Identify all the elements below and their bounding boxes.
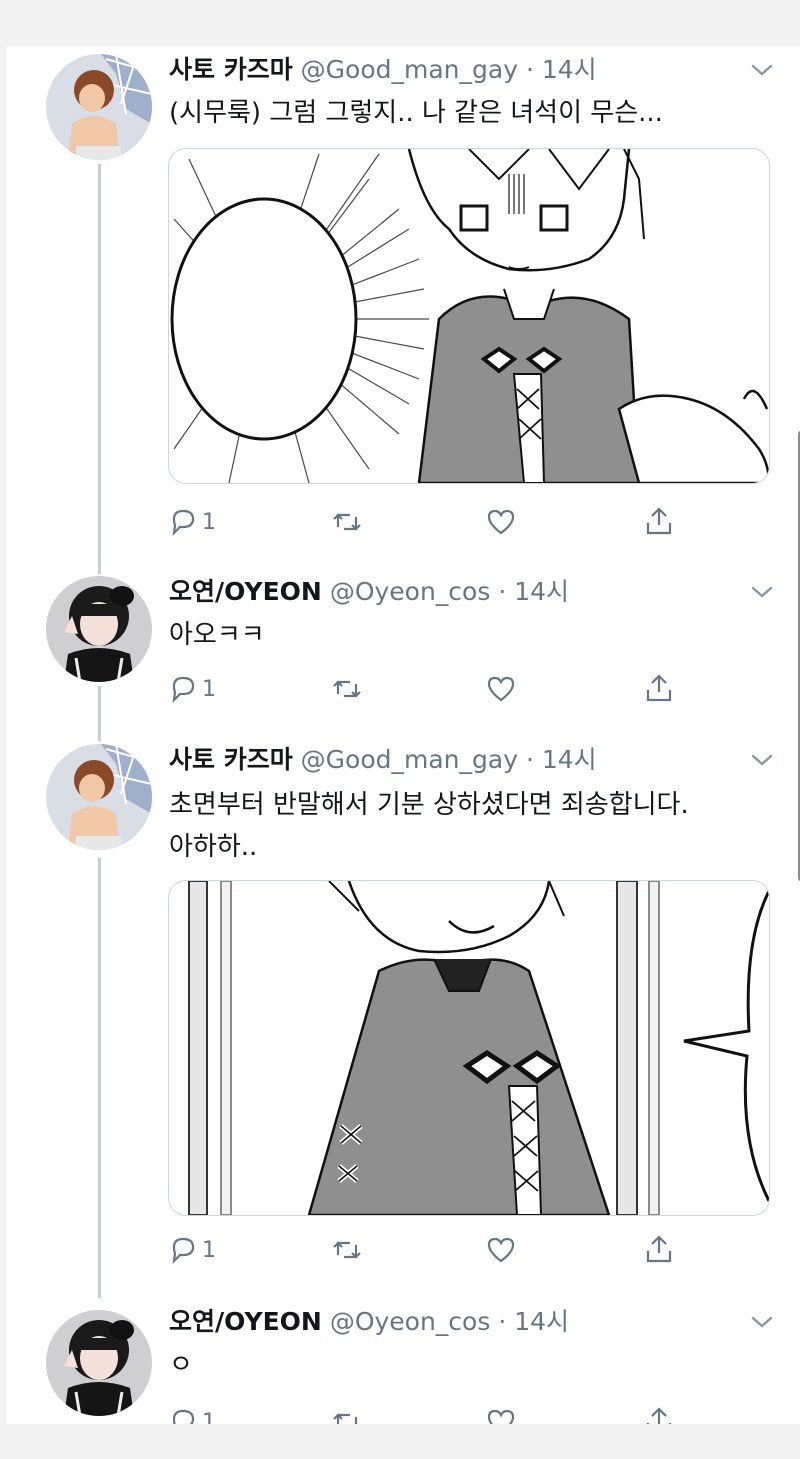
tweet-header: 사토 카즈마 @Good_man_gay · 14시 (169, 54, 597, 86)
tweet-text: (시무룩) 그럼 그렇지.. 나 같은 녀석이 무슨... (169, 92, 663, 134)
timestamp[interactable]: 14시 (542, 745, 597, 774)
like-button[interactable] (484, 1232, 518, 1268)
reply-count: 1 (202, 1409, 216, 1425)
heart-icon (487, 509, 515, 535)
retweet-icon (333, 680, 361, 698)
display-name[interactable]: 오연/OYEON (169, 1307, 322, 1336)
tweet-header: 오연/OYEON @Oyeon_cos · 14시 (169, 576, 569, 608)
tweet-text-line: 아오ㅋㅋ (169, 620, 265, 650)
tweet[interactable]: 오연/OYEON @Oyeon_cos · 14시 아오ㅋㅋ 1 (6, 566, 800, 736)
avatar-satou-kazuma[interactable] (46, 744, 152, 850)
reply-icon (172, 1409, 195, 1424)
tweet-image[interactable] (168, 880, 770, 1216)
tweet[interactable]: 사토 카즈마 @Good_man_gay · 14시 (시무룩) 그럼 그렇지.… (6, 46, 800, 566)
separator: · (525, 55, 534, 84)
separator: · (498, 1307, 507, 1336)
tweet-text: ㅇ (169, 1344, 193, 1386)
tweet-text-line: 아하하.. (169, 832, 258, 862)
separator: · (525, 745, 534, 774)
display-name[interactable]: 사토 카즈마 (169, 55, 293, 84)
tweet-text: 초면부터 반말해서 기분 상하셨다면 죄송합니다. 아하하.. (169, 784, 689, 868)
share-icon (646, 674, 672, 702)
share-button[interactable] (642, 1232, 676, 1268)
retweet-button[interactable] (330, 504, 364, 540)
heart-icon (487, 1409, 515, 1424)
like-button[interactable] (484, 671, 518, 707)
tweet-actions: 1 (166, 1404, 686, 1424)
retweet-icon (333, 513, 361, 531)
separator: · (498, 577, 507, 606)
tweet-text-line: 초면부터 반말해서 기분 상하셨다면 죄송합니다. (169, 790, 689, 820)
tweet-image[interactable] (168, 148, 770, 484)
share-button[interactable] (642, 671, 676, 707)
chevron-down-icon[interactable] (749, 582, 775, 602)
tweet-header: 사토 카즈마 @Good_man_gay · 14시 (169, 744, 597, 776)
tweet-text-line: (시무룩) 그럼 그렇지.. 나 같은 녀석이 무슨... (169, 98, 663, 128)
share-icon (646, 507, 672, 535)
tweet-actions: 1 (166, 504, 686, 540)
display-name[interactable]: 사토 카즈마 (169, 745, 293, 774)
share-icon (646, 1407, 672, 1424)
retweet-button[interactable] (330, 1232, 364, 1268)
user-handle[interactable]: @Oyeon_cos (330, 1307, 491, 1336)
share-button[interactable] (642, 504, 676, 540)
reply-button[interactable]: 1 (166, 1232, 216, 1268)
tweet-header: 오연/OYEON @Oyeon_cos · 14시 (169, 1306, 569, 1338)
retweet-icon (333, 1413, 358, 1424)
retweet-icon (333, 1241, 361, 1259)
share-button[interactable] (642, 1404, 676, 1424)
reply-count: 1 (202, 676, 216, 702)
tweet-actions: 1 (166, 1232, 686, 1268)
timeline: 사토 카즈마 @Good_man_gay · 14시 (시무룩) 그럼 그렇지.… (6, 46, 800, 1424)
retweet-button[interactable] (330, 671, 364, 707)
timestamp[interactable]: 14시 (542, 55, 597, 84)
reply-count: 1 (202, 1237, 216, 1263)
reply-button[interactable]: 1 (166, 504, 216, 540)
chevron-down-icon[interactable] (749, 1312, 775, 1332)
reply-button[interactable]: 1 (166, 1404, 216, 1424)
tweet-text: 아오ㅋㅋ (169, 614, 265, 656)
chevron-down-icon[interactable] (749, 60, 775, 80)
reply-icon (172, 676, 195, 704)
reply-icon (172, 509, 195, 537)
avatar-oyeon[interactable] (46, 576, 152, 682)
like-button[interactable] (484, 504, 518, 540)
heart-icon (487, 676, 515, 702)
timestamp[interactable]: 14시 (514, 577, 569, 606)
tweet-actions: 1 (166, 671, 686, 707)
tweet-text-line: ㅇ (169, 1350, 193, 1380)
chevron-down-icon[interactable] (749, 750, 775, 770)
avatar-oyeon[interactable] (46, 1310, 152, 1416)
user-handle[interactable]: @Good_man_gay (301, 55, 518, 84)
share-icon (646, 1235, 672, 1263)
user-handle[interactable]: @Good_man_gay (301, 745, 518, 774)
retweet-button[interactable] (330, 1404, 364, 1424)
like-button[interactable] (484, 1404, 518, 1424)
tweet[interactable]: 오연/OYEON @Oyeon_cos · 14시 ㅇ 1 (6, 1298, 800, 1424)
reply-count: 1 (202, 509, 216, 535)
avatar-satou-kazuma[interactable] (46, 54, 152, 160)
user-handle[interactable]: @Oyeon_cos (330, 577, 491, 606)
tweet[interactable]: 사토 카즈마 @Good_man_gay · 14시 초면부터 반말해서 기분 … (6, 736, 800, 1296)
reply-icon (172, 1237, 195, 1265)
reply-button[interactable]: 1 (166, 671, 216, 707)
timestamp[interactable]: 14시 (514, 1307, 569, 1336)
display-name[interactable]: 오연/OYEON (169, 577, 322, 606)
heart-icon (487, 1237, 515, 1263)
